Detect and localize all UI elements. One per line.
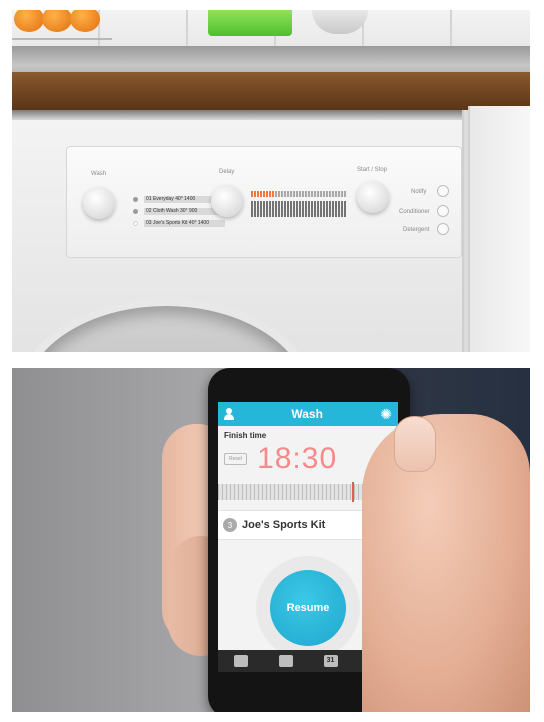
orange xyxy=(42,10,72,32)
app-title: Wash xyxy=(291,407,323,421)
washing-machine: Wash 01 Everyday 40° 1400 02 Cloth Wash … xyxy=(12,110,464,352)
washer-icon[interactable] xyxy=(233,655,248,667)
program-row: 02 Cloth Wash 30° 900 xyxy=(133,207,225,215)
person-icon[interactable] xyxy=(224,408,234,420)
countertop-shadow xyxy=(12,110,462,120)
calendar-icon[interactable]: 31 xyxy=(323,655,338,667)
program-led xyxy=(133,208,138,214)
wash-label: Wash xyxy=(91,171,107,177)
gear-icon[interactable]: ✺ xyxy=(380,407,392,421)
thumb xyxy=(362,414,530,712)
lcd-display xyxy=(251,191,347,217)
reset-button[interactable]: Reset xyxy=(224,453,248,465)
program-label: 03 Joe's Sports Kit 40° 1400 xyxy=(144,219,225,227)
notify-label: Notify xyxy=(411,189,427,195)
orange xyxy=(70,10,100,32)
delay-label: Delay xyxy=(219,169,235,175)
notify-icon[interactable] xyxy=(437,185,449,197)
control-panel: Wash 01 Everyday 40° 1400 02 Cloth Wash … xyxy=(66,146,462,258)
countertop-edge xyxy=(12,46,530,74)
resume-button[interactable]: Resume xyxy=(270,570,346,646)
phone-app-photo: Wash ✺ Finish time Reset 18:30 3 Joe's S… xyxy=(12,368,530,712)
conditioner-label: Conditioner xyxy=(399,209,430,215)
washer-door xyxy=(16,298,316,352)
time-slider-marker[interactable] xyxy=(352,482,354,502)
lcd-digits xyxy=(251,201,347,217)
program-name: Joe's Sports Kit xyxy=(242,519,326,531)
thumbnail xyxy=(394,416,436,472)
program-row: 03 Joe's Sports Kit 40° 1400 xyxy=(133,219,225,227)
fruit-bowl xyxy=(12,10,112,40)
orange xyxy=(14,10,44,32)
finish-time-label: Finish time xyxy=(224,431,267,440)
program-number-badge: 3 xyxy=(223,518,237,532)
delay-knob[interactable] xyxy=(211,185,243,217)
finish-time-value: 18:30 xyxy=(257,442,338,475)
washing-machine-photo: Wash 01 Everyday 40° 1400 02 Cloth Wash … xyxy=(12,10,530,352)
wash-knob[interactable] xyxy=(83,187,115,219)
detergent-label: Detergent xyxy=(403,227,430,233)
program-led xyxy=(133,196,138,202)
program-led-active xyxy=(133,220,138,226)
lcd-progress-track xyxy=(275,191,347,197)
start-stop-label: Start / Stop xyxy=(357,167,388,173)
fridge xyxy=(468,106,530,352)
app-header: Wash ✺ xyxy=(218,402,398,426)
shirt-icon[interactable] xyxy=(278,655,293,667)
start-stop-knob[interactable] xyxy=(357,181,389,213)
wooden-countertop xyxy=(12,72,530,110)
conditioner-icon[interactable] xyxy=(437,205,449,217)
green-container xyxy=(208,10,292,36)
detergent-icon[interactable] xyxy=(437,223,449,235)
